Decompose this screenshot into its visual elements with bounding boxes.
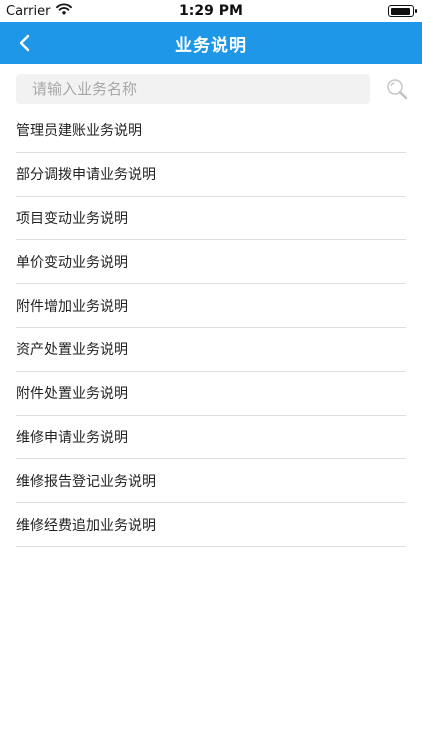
list-item[interactable]: 附件处置业务说明 — [16, 372, 406, 416]
status-bar: Carrier 1:29 PM — [0, 0, 422, 22]
list-item[interactable]: 附件增加业务说明 — [16, 284, 406, 328]
list-item[interactable]: 维修申请业务说明 — [16, 416, 406, 460]
search-button[interactable] — [384, 76, 410, 102]
battery-fill — [390, 7, 410, 15]
list-item-label: 维修经费追加业务说明 — [16, 517, 156, 534]
list-item[interactable]: 维修经费追加业务说明 — [16, 503, 406, 547]
list-item-label: 维修报告登记业务说明 — [16, 473, 156, 490]
list-item[interactable]: 管理员建账业务说明 — [16, 109, 406, 153]
list-item-label: 部分调拨申请业务说明 — [16, 167, 156, 184]
page-title: 业务说明 — [175, 35, 247, 56]
status-time: 1:29 PM — [179, 3, 243, 19]
list-item-label: 附件处置业务说明 — [16, 386, 128, 403]
back-button[interactable] — [10, 28, 40, 58]
battery-icon — [388, 5, 417, 17]
list-item[interactable]: 项目变动业务说明 — [16, 197, 406, 241]
list-item[interactable]: 维修报告登记业务说明 — [16, 459, 406, 504]
list-item[interactable]: 资产处置业务说明 — [16, 328, 406, 372]
list-item-label: 资产处置业务说明 — [16, 342, 128, 359]
search-input[interactable] — [16, 74, 370, 104]
search-icon — [387, 79, 408, 100]
list-item[interactable]: 部分调拨申请业务说明 — [16, 153, 406, 197]
nav-bar: 业务说明 — [0, 22, 422, 64]
list-item-label: 单价变动业务说明 — [16, 254, 128, 271]
list-item-label: 管理员建账业务说明 — [16, 123, 142, 140]
list-item[interactable]: 单价变动业务说明 — [16, 240, 406, 285]
list-item-label: 附件增加业务说明 — [16, 298, 128, 315]
list-item-label: 项目变动业务说明 — [16, 210, 128, 227]
chevron-left-icon — [19, 34, 30, 52]
search-row — [16, 74, 408, 104]
business-list: 管理员建账业务说明 部分调拨申请业务说明 项目变动业务说明 单价变动业务说明 附件增加业… — [16, 109, 406, 547]
list-item-label: 维修申请业务说明 — [16, 429, 128, 446]
